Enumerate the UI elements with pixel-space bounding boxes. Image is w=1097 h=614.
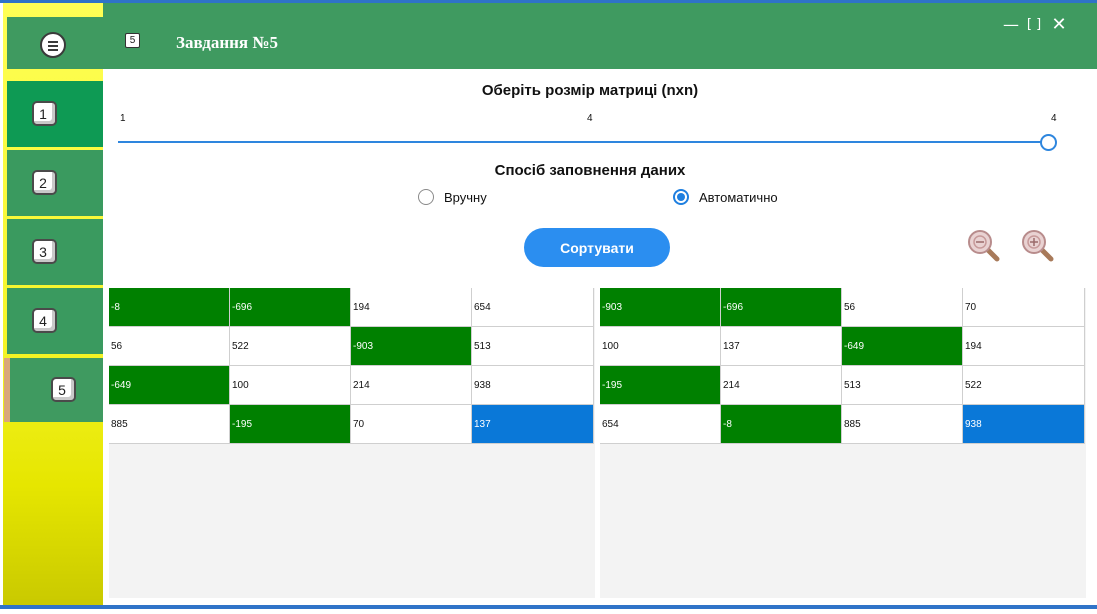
sidebar-item-4[interactable]: 4: [7, 288, 103, 354]
grid-cell[interactable]: 70: [351, 405, 472, 444]
radio-auto-label: Автоматично: [699, 189, 778, 205]
grid-cell[interactable]: -649: [842, 327, 963, 366]
grid-cell[interactable]: 522: [963, 366, 1085, 405]
radio-manual[interactable]: Вручну: [418, 189, 487, 205]
grid-cell[interactable]: 56: [109, 327, 230, 366]
grid-cell[interactable]: -8: [721, 405, 842, 444]
grid-cell[interactable]: -903: [351, 327, 472, 366]
radio-auto[interactable]: Автоматично: [673, 189, 778, 205]
grid-cell[interactable]: 214: [351, 366, 472, 405]
key-2-icon: 2: [32, 170, 57, 195]
slider-min-label: 1: [120, 113, 126, 124]
grid-cell[interactable]: 100: [600, 327, 721, 366]
grid-cell[interactable]: -195: [600, 366, 721, 405]
sidebar-item-label: 5: [58, 381, 66, 398]
zoom-out-icon[interactable]: [966, 228, 1000, 262]
grid-cell[interactable]: -696: [721, 288, 842, 327]
grid-cell[interactable]: 654: [600, 405, 721, 444]
hamburger-circle-icon: [40, 32, 66, 58]
app-window: 1 2 3 4 5 5 Завдання №5 — [ ] ✕ Оберіть …: [0, 0, 1097, 614]
grid-cell[interactable]: 214: [721, 366, 842, 405]
sidebar-item-label: 3: [39, 243, 47, 260]
slider-max-label: 4: [1051, 113, 1057, 124]
window-border-bottom: [0, 605, 1097, 614]
grid-cell[interactable]: 938: [963, 405, 1085, 444]
key-1-icon: 1: [32, 101, 57, 126]
grid-cell[interactable]: 194: [351, 288, 472, 327]
radio-manual-indicator[interactable]: [418, 189, 434, 205]
title-bar: 5 Завдання №5 — [ ] ✕: [103, 3, 1097, 69]
input-matrix-panel: -8 -696 194 654 56 522 -903 513 -649 100 214 938 885…: [109, 288, 595, 598]
grid-cell[interactable]: 100: [230, 366, 351, 405]
sidebar-item-2[interactable]: 2: [7, 150, 103, 216]
matrix-size-title: Оберіть розмір матриці (nxn): [481, 82, 699, 99]
grid-cell[interactable]: -195: [230, 405, 351, 444]
matrix-size-slider[interactable]: [118, 141, 1048, 143]
sorted-matrix-grid: -903 -696 56 70 100 137 -649 194 -195 214 513 522 65…: [600, 288, 1086, 444]
sidebar: 1 2 3 4 5: [3, 3, 103, 606]
sorted-matrix-panel: -903 -696 56 70 100 137 -649 194 -195 214 513 522 65…: [600, 288, 1086, 598]
sidebar-item-1[interactable]: 1: [7, 81, 103, 147]
grid-cell[interactable]: -903: [600, 288, 721, 327]
radio-manual-label: Вручну: [444, 189, 487, 205]
grid-cell[interactable]: 137: [721, 327, 842, 366]
grid-cell[interactable]: 885: [109, 405, 230, 444]
sidebar-item-label: 4: [39, 312, 47, 329]
fill-mode-title: Спосіб заповнення даних: [494, 162, 686, 179]
key-4-icon: 4: [32, 308, 57, 333]
grid-cell[interactable]: 885: [842, 405, 963, 444]
grid-cell[interactable]: 194: [963, 327, 1085, 366]
grid-cell[interactable]: 938: [472, 366, 594, 405]
input-matrix-grid: -8 -696 194 654 56 522 -903 513 -649 100 214 938 885…: [109, 288, 595, 444]
maximize-button[interactable]: [ ]: [1024, 15, 1044, 35]
sidebar-item-label: 1: [39, 105, 47, 122]
grid-cell[interactable]: 513: [842, 366, 963, 405]
page-title: Завдання №5: [176, 33, 278, 52]
grid-cell[interactable]: 70: [963, 288, 1085, 327]
grid-cell[interactable]: 56: [842, 288, 963, 327]
key-5-icon: 5: [51, 377, 76, 402]
sidebar-item-label: 2: [39, 174, 47, 191]
close-button[interactable]: ✕: [1049, 15, 1069, 35]
sort-button[interactable]: Сортувати: [524, 228, 670, 267]
grid-cell[interactable]: 513: [472, 327, 594, 366]
minimize-button[interactable]: —: [1001, 15, 1021, 35]
radio-auto-indicator[interactable]: [673, 189, 689, 205]
grid-cell[interactable]: 137: [472, 405, 594, 444]
grid-cell[interactable]: 522: [230, 327, 351, 366]
grid-cell[interactable]: 654: [472, 288, 594, 327]
key-3-icon: 3: [32, 239, 57, 264]
sidebar-item-3[interactable]: 3: [7, 219, 103, 285]
grid-cell[interactable]: -649: [109, 366, 230, 405]
zoom-in-icon[interactable]: [1020, 228, 1054, 262]
grid-cell[interactable]: -696: [230, 288, 351, 327]
slider-thumb[interactable]: [1040, 134, 1057, 151]
task-number-icon: 5: [125, 33, 140, 48]
grid-cell[interactable]: -8: [109, 288, 230, 327]
slider-current-label: 4: [587, 113, 593, 124]
sidebar-item-5[interactable]: 5: [4, 358, 103, 422]
sidebar-menu-button[interactable]: [7, 17, 103, 69]
